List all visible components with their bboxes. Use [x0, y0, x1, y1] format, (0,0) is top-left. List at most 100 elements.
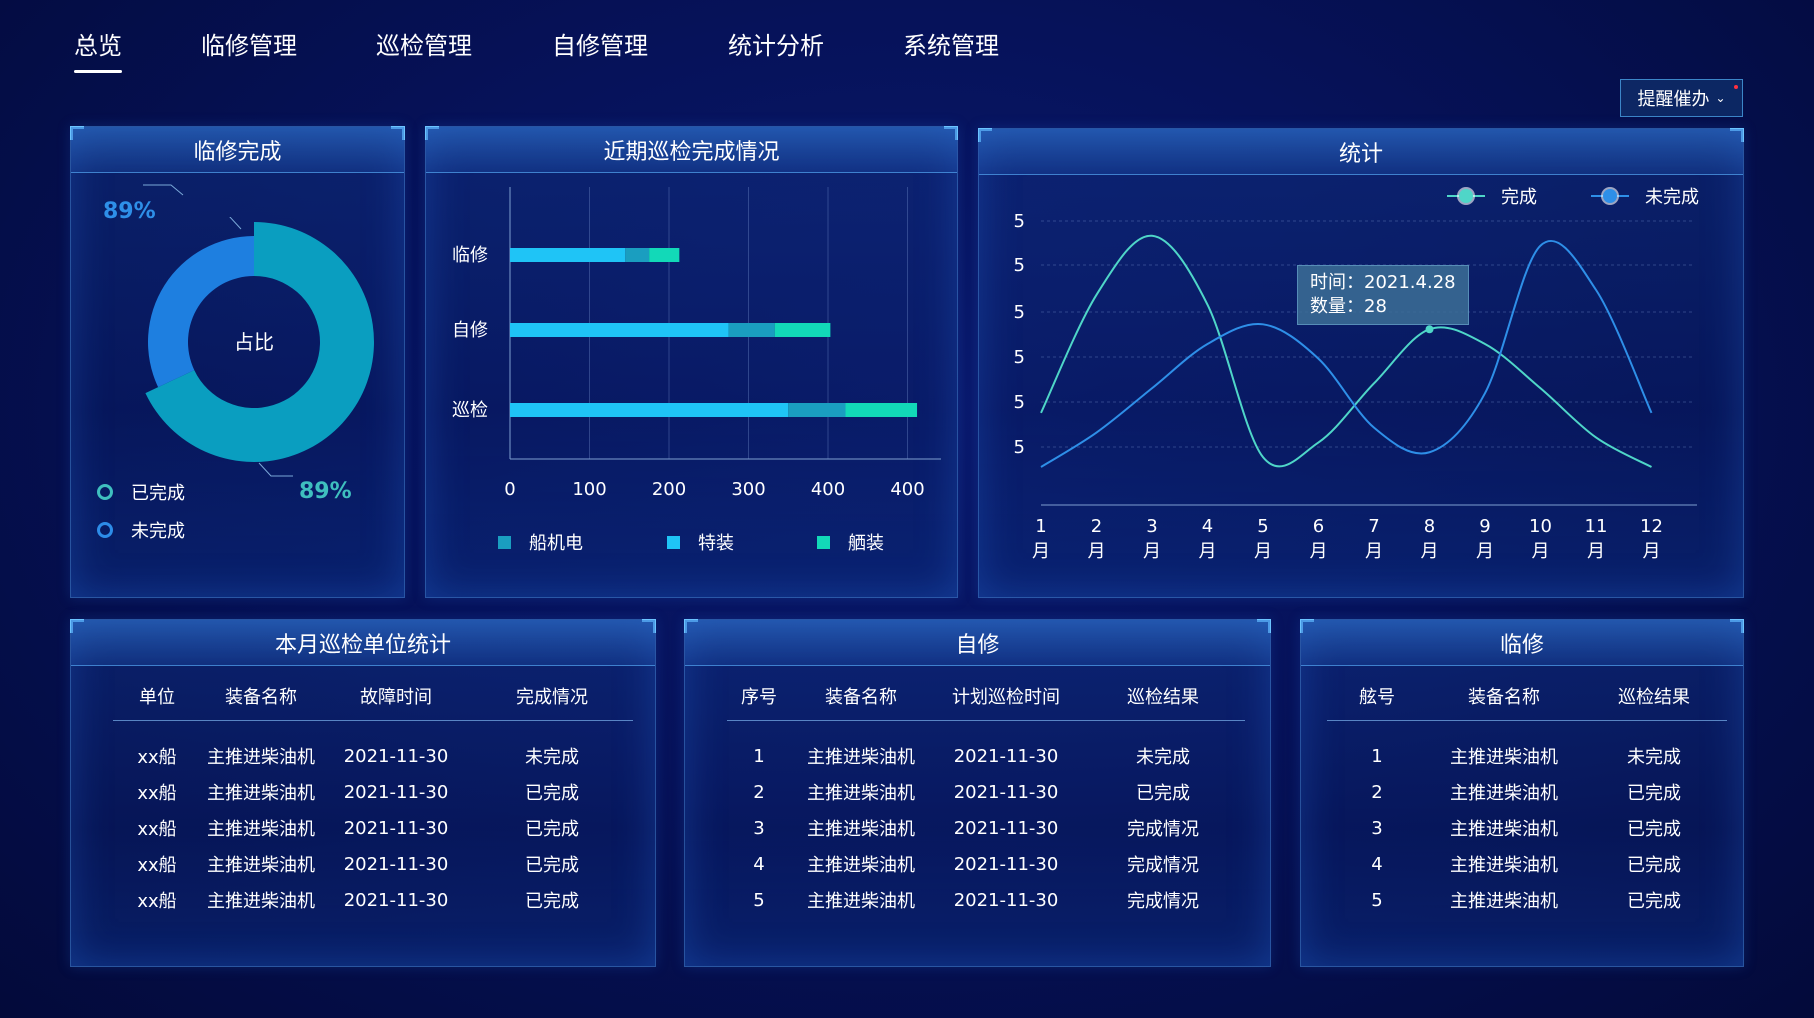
table-row[interactable]: 1 主推进柴油机 未完成: [1327, 720, 1727, 774]
remind-dropdown[interactable]: 提醒催办 ⌄: [1620, 79, 1743, 117]
x-tick-label: 3: [1146, 516, 1157, 537]
table-cell: 已完成: [525, 855, 579, 876]
panel-title: 临修完成: [71, 127, 404, 173]
tab-statistics[interactable]: 统计分析: [728, 26, 824, 61]
table-row[interactable]: xx船 主推进柴油机 2021-11-30 已完成: [113, 774, 633, 810]
table-row[interactable]: 2 主推进柴油机 已完成: [1327, 774, 1727, 810]
table-row[interactable]: 5 主推进柴油机 已完成: [1327, 882, 1727, 918]
x-tick-unit: 月: [1088, 541, 1106, 562]
x-tick-label: 11: [1585, 516, 1608, 537]
data-point-highlight[interactable]: [1425, 325, 1434, 334]
x-tick-label: 2: [1091, 516, 1102, 537]
col-header: 完成情况: [471, 672, 633, 721]
pct-bottom-label: 89%: [299, 479, 352, 504]
table-cell: 2021-11-30: [953, 889, 1059, 911]
bar-segment[interactable]: [788, 403, 846, 417]
x-tick-unit: 月: [1310, 541, 1328, 562]
table-cell: 4: [753, 853, 765, 875]
table-header-row: 序号 装备名称 计划巡检时间 巡检结果: [727, 672, 1245, 721]
col-header: 巡检结果: [1081, 672, 1245, 721]
y-category-label: 自修: [452, 320, 488, 341]
table-cell: xx船: [137, 891, 177, 912]
y-tick-label: 5: [1014, 211, 1025, 232]
table-cell: 主推进柴油机: [1450, 747, 1558, 769]
x-tick-label: 400: [811, 479, 845, 500]
table-cell: 2021-11-30: [343, 781, 449, 803]
table-row[interactable]: 1 主推进柴油机 2021-11-30 未完成: [727, 720, 1245, 774]
bar-segment[interactable]: [625, 248, 650, 262]
table-cell: 4: [1371, 853, 1383, 875]
legend-undone: 未完成: [97, 517, 185, 543]
table-cell: 2021-11-30: [953, 853, 1059, 875]
bar-segment[interactable]: [510, 248, 626, 262]
table-row[interactable]: 2 主推进柴油机 2021-11-30 已完成: [727, 774, 1245, 810]
table-cell: 已完成: [1627, 855, 1681, 876]
table-cell: 主推进柴油机: [207, 891, 315, 912]
bar-segment[interactable]: [649, 248, 680, 262]
table-cell: 主推进柴油机: [807, 855, 915, 876]
table-row[interactable]: 4 主推进柴油机 2021-11-30 完成情况: [727, 846, 1245, 882]
table-cell: 已完成: [525, 891, 579, 912]
legend-label: 船机电: [529, 533, 583, 554]
table-cell: 未完成: [525, 747, 579, 769]
x-tick-label: 0: [504, 479, 515, 500]
tab-self-repair[interactable]: 自修管理: [552, 26, 648, 61]
table-cell: 已完成: [1627, 891, 1681, 912]
table-cell: 已完成: [525, 783, 579, 804]
legend-item-undone: 未完成: [1591, 183, 1699, 209]
table-row[interactable]: 3 主推进柴油机 2021-11-30 完成情况: [727, 810, 1245, 846]
table-cell: 主推进柴油机: [207, 783, 315, 804]
chart-tooltip: 时间：2021.4.28 数量：28: [1297, 265, 1469, 325]
table-row[interactable]: xx船 主推进柴油机 2021-11-30 已完成: [113, 810, 633, 846]
tab-temp-repair[interactable]: 临修管理: [201, 26, 297, 61]
col-header: 故障时间: [321, 672, 471, 721]
panel-title: 本月巡检单位统计: [71, 620, 655, 666]
table-cell: 主推进柴油机: [807, 747, 915, 769]
table-cell: 完成情况: [1127, 855, 1199, 876]
legend-label: 舾装: [848, 533, 884, 554]
col-header: 装备名称: [1427, 672, 1581, 721]
table-cell: 1: [1371, 745, 1383, 767]
x-tick-unit: 月: [1476, 541, 1494, 562]
x-tick-label: 5: [1257, 516, 1268, 537]
bar-segment[interactable]: [510, 403, 789, 417]
table-cell: 2021-11-30: [343, 817, 449, 839]
tab-system[interactable]: 系统管理: [903, 26, 999, 61]
y-category-label: 巡检: [452, 400, 488, 421]
table-cell: 2021-11-30: [953, 745, 1059, 767]
col-header: 装备名称: [791, 672, 931, 721]
table-cell: 1: [753, 745, 765, 767]
legend-item-chuanjidian: 船机电: [498, 529, 583, 555]
table-cell: 主推进柴油机: [1450, 783, 1558, 804]
y-tick-label: 5: [1014, 392, 1025, 413]
x-tick-label: 400: [890, 479, 924, 500]
table-cell: 主推进柴油机: [807, 891, 915, 912]
table-row[interactable]: 4 主推进柴油机 已完成: [1327, 846, 1727, 882]
table-row[interactable]: xx船 主推进柴油机 2021-11-30 已完成: [113, 846, 633, 882]
bar-segment[interactable]: [510, 323, 729, 337]
legend-label: 未完成: [1645, 187, 1699, 208]
table-cell: 已完成: [1136, 783, 1190, 804]
table-row[interactable]: xx船 主推进柴油机 2021-11-30 已完成: [113, 882, 633, 918]
bar-segment[interactable]: [728, 323, 775, 337]
donut-slice-undone[interactable]: [147, 236, 254, 388]
table-cell: 主推进柴油机: [207, 855, 315, 876]
bar-segment[interactable]: [845, 403, 918, 417]
panel-inspection: 近期巡检完成情况 0 100 200 300 400 400 临修 自修 巡检 船机电 特装 舾…: [425, 126, 958, 598]
table-cell: 2021-11-30: [953, 781, 1059, 803]
table-row[interactable]: 3 主推进柴油机 已完成: [1327, 810, 1727, 846]
bar-segment[interactable]: [774, 323, 831, 337]
y-tick-label: 5: [1014, 255, 1025, 276]
tab-inspection[interactable]: 巡检管理: [376, 26, 472, 61]
x-tick-unit: 月: [1254, 541, 1272, 562]
table-cell: 3: [1371, 817, 1383, 839]
panel-self-repair: 自修 序号 装备名称 计划巡检时间 巡检结果 1 主推进柴油机 2021-11-30…: [684, 619, 1271, 967]
table-row[interactable]: xx船 主推进柴油机 2021-11-30 未完成: [113, 720, 633, 774]
legend-label: 特装: [698, 533, 734, 554]
legend-item-xiuzhuang: 舾装: [817, 529, 884, 555]
tab-overview[interactable]: 总览: [74, 26, 122, 73]
legend-item-done: 完成: [1447, 183, 1537, 209]
ring-icon: [97, 522, 113, 538]
table-cell: 主推进柴油机: [207, 819, 315, 840]
table-row[interactable]: 5 主推进柴油机 2021-11-30 完成情况: [727, 882, 1245, 918]
